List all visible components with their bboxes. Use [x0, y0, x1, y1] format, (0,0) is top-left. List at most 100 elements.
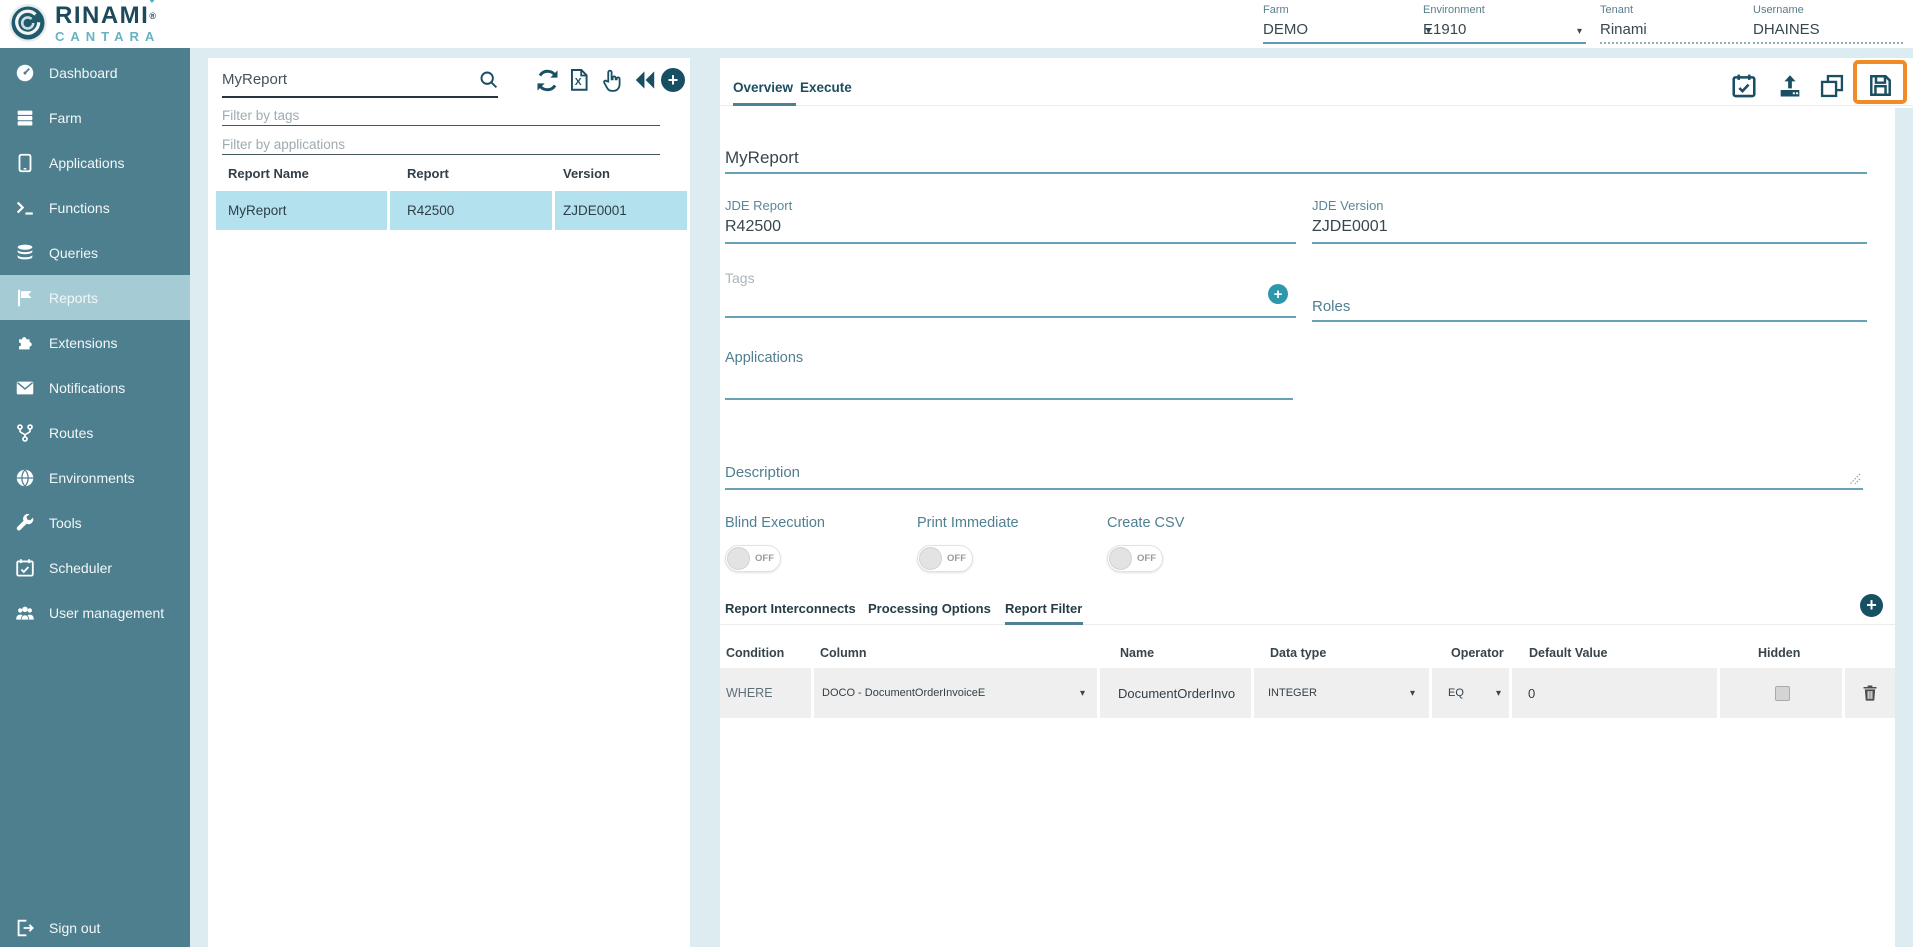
chevron-down-icon[interactable]: ▾	[1577, 26, 1582, 37]
report-cell: R42500	[390, 191, 552, 230]
rewind-button[interactable]	[631, 66, 659, 94]
environment-label: Environment	[1423, 4, 1586, 17]
column-header-report: Report	[407, 166, 449, 181]
search-input[interactable]	[222, 66, 477, 92]
notifications-icon	[14, 377, 36, 399]
operator-dropdown[interactable]: EQ ▾	[1432, 668, 1509, 718]
default-value-cell[interactable]: 0	[1512, 668, 1717, 718]
filter-col-hidden: Hidden	[1758, 646, 1800, 660]
sidebar-item-notifications[interactable]: Notifications	[0, 365, 190, 410]
farm-label: Farm	[1263, 4, 1435, 17]
sidebar-item-environments[interactable]: Environments	[0, 455, 190, 500]
name-cell[interactable]: DocumentOrderInvo	[1100, 668, 1251, 718]
brand-subname: CANTARA	[55, 30, 160, 44]
sidebar-item-extensions[interactable]: Extensions	[0, 320, 190, 365]
filter-by-tags-input[interactable]	[222, 105, 652, 125]
sidebar-item-routes[interactable]: Routes	[0, 410, 190, 455]
applications-icon	[14, 152, 36, 174]
brand-name: RINAMI®	[55, 3, 160, 29]
report-name-field[interactable]: MyReport	[725, 148, 799, 168]
roles-field[interactable]	[1312, 320, 1867, 322]
copy-button[interactable]	[1818, 72, 1846, 100]
data-type-dropdown[interactable]: INTEGER ▾	[1254, 668, 1429, 718]
farm-icon	[14, 107, 36, 129]
add-report-button[interactable]: +	[661, 68, 685, 92]
sidebar-item-user-management[interactable]: User management	[0, 590, 190, 635]
queries-icon	[14, 242, 36, 264]
sidebar-item-functions[interactable]: Functions	[0, 185, 190, 230]
filter-col-data-type: Data type	[1270, 646, 1326, 660]
tools-icon	[14, 512, 36, 534]
column-dropdown[interactable]: DOCO - DocumentOrderInvoiceE ▾	[814, 668, 1097, 718]
sidebar-item-tools[interactable]: Tools	[0, 500, 190, 545]
add-filter-button[interactable]: +	[1860, 594, 1883, 617]
resize-handle-icon[interactable]	[1848, 472, 1861, 490]
sidebar-item-queries[interactable]: Queries	[0, 230, 190, 275]
refresh-button[interactable]	[533, 66, 561, 94]
create-csv-label: Create CSV	[1107, 515, 1184, 531]
tenant-label: Tenant	[1600, 4, 1750, 17]
tab-overview[interactable]: Overview	[733, 80, 793, 95]
report-list-row-selected[interactable]: MyReport R42500 ZJDE0001	[216, 191, 687, 230]
main-scrollbar-track[interactable]	[1895, 108, 1913, 947]
create-csv-toggle[interactable]: OFF	[1107, 545, 1163, 572]
tags-field[interactable]: Tags	[725, 270, 755, 286]
environments-icon	[14, 467, 36, 489]
description-label: Description	[725, 464, 800, 481]
upload-button[interactable]	[1776, 72, 1804, 100]
svg-text:X: X	[575, 77, 582, 88]
tab-report-interconnects[interactable]: Report Interconnects	[725, 601, 856, 616]
filter-by-applications-input[interactable]	[222, 134, 652, 154]
filter-col-condition: Condition	[726, 646, 784, 660]
top-header: RINAMI® CANTARA Farm DEMO ▾ Environment …	[0, 0, 1913, 48]
brand-logo-icon	[8, 3, 48, 48]
sidebar-item-dashboard[interactable]: Dashboard	[0, 50, 190, 95]
jde-report-field[interactable]: R42500	[725, 218, 781, 236]
chevron-down-icon: ▾	[1080, 688, 1085, 699]
save-button[interactable]	[1867, 72, 1895, 100]
blind-execution-label: Blind Execution	[725, 515, 825, 531]
description-field[interactable]	[725, 488, 1863, 490]
excel-export-button[interactable]: X	[565, 66, 593, 94]
hidden-checkbox[interactable]	[1775, 686, 1790, 701]
username-value: DHAINES	[1753, 19, 1903, 40]
tab-execute[interactable]: Execute	[800, 80, 852, 95]
report-name-cell: MyReport	[216, 191, 387, 230]
tab-processing-options[interactable]: Processing Options	[868, 601, 991, 616]
trash-icon[interactable]	[1860, 683, 1880, 703]
blind-execution-toggle[interactable]: OFF	[725, 545, 781, 572]
sidebar-item-reports[interactable]: Reports	[0, 275, 190, 320]
farm-select[interactable]: Farm DEMO ▾	[1263, 4, 1435, 40]
condition-cell: WHERE	[720, 668, 811, 718]
applications-field[interactable]	[725, 398, 1293, 400]
app: RINAMI® CANTARA Farm DEMO ▾ Environment …	[0, 0, 1913, 947]
roles-label: Roles	[1312, 298, 1350, 315]
username-field[interactable]: Username DHAINES	[1753, 4, 1903, 40]
sidebar-item-farm[interactable]: Farm	[0, 95, 190, 140]
brand-logo[interactable]: RINAMI® CANTARA	[8, 3, 160, 48]
print-immediate-label: Print Immediate	[917, 515, 1019, 531]
environment-select[interactable]: Environment E1910 ▾	[1423, 4, 1586, 40]
functions-icon	[14, 197, 36, 219]
sidebar-item-scheduler[interactable]: Scheduler	[0, 545, 190, 590]
sign-out-icon	[14, 917, 36, 939]
sidebar-item-applications[interactable]: Applications	[0, 140, 190, 185]
reports-icon	[14, 287, 36, 309]
filter-col-operator: Operator	[1451, 646, 1504, 660]
tab-report-filter[interactable]: Report Filter	[1005, 601, 1082, 616]
username-label: Username	[1753, 4, 1903, 17]
print-immediate-toggle[interactable]: OFF	[917, 545, 973, 572]
search-icon[interactable]	[478, 69, 499, 95]
jde-version-label: JDE Version	[1312, 198, 1384, 213]
add-tag-button[interactable]: +	[1268, 284, 1288, 304]
extensions-icon	[14, 332, 36, 354]
registered-mark: ®	[149, 11, 157, 21]
report-list-panel: X + Report Name Report Version MyReport …	[208, 58, 690, 947]
hand-pointer-button[interactable]	[596, 66, 624, 94]
tenant-field[interactable]: Tenant Rinami	[1600, 4, 1750, 40]
chevron-down-icon: ▾	[1496, 688, 1501, 699]
jde-version-field[interactable]: ZJDE0001	[1312, 218, 1388, 236]
tenant-value: Rinami	[1600, 19, 1750, 40]
sign-out-button[interactable]: Sign out	[14, 917, 100, 939]
schedule-button[interactable]	[1730, 72, 1758, 100]
